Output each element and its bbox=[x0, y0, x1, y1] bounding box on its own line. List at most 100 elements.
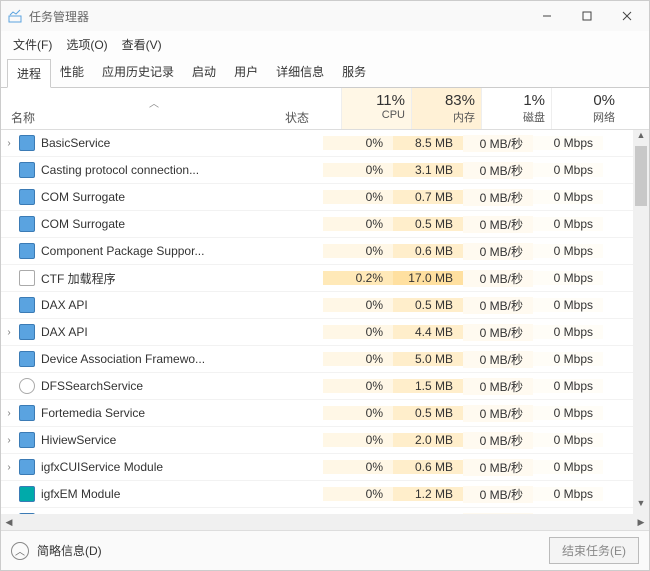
table-row[interactable]: Component Package Suppor...0%0.6 MB0 MB/… bbox=[1, 238, 649, 265]
process-name-cell: Component Package Suppor... bbox=[17, 243, 263, 259]
sort-indicator-icon: ︿ bbox=[35, 91, 273, 110]
process-disk: 0 MB/秒 bbox=[463, 243, 533, 260]
scroll-thumb[interactable] bbox=[635, 146, 647, 206]
end-task-button[interactable]: 结束任务(E) bbox=[549, 537, 639, 564]
table-row[interactable]: Casting protocol connection...0%3.1 MB0 … bbox=[1, 157, 649, 184]
table-row[interactable]: ›Fortemedia Service0%0.5 MB0 MB/秒0 Mbps bbox=[1, 400, 649, 427]
process-memory: 0.5 MB bbox=[393, 217, 463, 231]
process-network: 0 Mbps bbox=[533, 379, 603, 393]
table-row[interactable]: ›DAX API0%4.4 MB0 MB/秒0 Mbps bbox=[1, 319, 649, 346]
expand-icon[interactable]: › bbox=[1, 138, 17, 149]
table-row[interactable]: CTF 加载程序0.2%17.0 MB0 MB/秒0 Mbps bbox=[1, 265, 649, 292]
process-name: COM Surrogate bbox=[41, 190, 125, 204]
expand-icon[interactable]: › bbox=[1, 462, 17, 473]
process-cpu: 0% bbox=[323, 190, 393, 204]
scroll-up-icon[interactable]: ▲ bbox=[633, 130, 649, 146]
process-disk: 0 MB/秒 bbox=[463, 351, 533, 368]
process-name-cell: Device Association Framewo... bbox=[17, 351, 263, 367]
expand-icon[interactable]: › bbox=[1, 327, 17, 338]
menubar: 文件(F) 选项(O) 查看(V) bbox=[1, 31, 649, 58]
process-memory: 0.6 MB bbox=[393, 460, 463, 474]
table-row[interactable]: igfxEM Module0%1.2 MB0 MB/秒0 Mbps bbox=[1, 481, 649, 508]
process-name: Device Association Framewo... bbox=[41, 352, 205, 366]
process-cpu: 0% bbox=[323, 163, 393, 177]
disk-usage-pct: 1% bbox=[488, 92, 545, 109]
process-memory: 17.0 MB bbox=[393, 271, 463, 285]
table-row[interactable]: COM Surrogate0%0.7 MB0 MB/秒0 Mbps bbox=[1, 184, 649, 211]
scroll-left-icon[interactable]: ◀ bbox=[1, 514, 17, 530]
app-icon bbox=[7, 8, 23, 24]
column-network[interactable]: 0% 网络 bbox=[551, 88, 621, 129]
tab-processes[interactable]: 进程 bbox=[7, 59, 51, 88]
table-row[interactable]: Device Association Framewo...0%5.0 MB0 M… bbox=[1, 346, 649, 373]
memory-label: 内存 bbox=[418, 109, 475, 125]
process-disk: 0 MB/秒 bbox=[463, 270, 533, 287]
process-disk: 0 MB/秒 bbox=[463, 513, 533, 515]
process-memory: 1.2 MB bbox=[393, 487, 463, 501]
table-row[interactable]: igfxext Module0%0.4 MB0 MB/秒0 Mbps bbox=[1, 508, 649, 514]
process-name: DAX API bbox=[41, 298, 88, 312]
table-row[interactable]: DAX API0%0.5 MB0 MB/秒0 Mbps bbox=[1, 292, 649, 319]
table-row[interactable]: ›BasicService0%8.5 MB0 MB/秒0 Mbps bbox=[1, 130, 649, 157]
menu-options[interactable]: 选项(O) bbox=[60, 33, 113, 56]
process-icon bbox=[19, 270, 35, 286]
column-disk[interactable]: 1% 磁盘 bbox=[481, 88, 551, 129]
menu-file[interactable]: 文件(F) bbox=[7, 33, 58, 56]
process-name-cell: igfxEM Module bbox=[17, 486, 263, 502]
process-name-cell: BasicService bbox=[17, 135, 263, 151]
tab-details[interactable]: 详细信息 bbox=[267, 58, 333, 87]
process-name: igfxCUIService Module bbox=[41, 460, 163, 474]
menu-view[interactable]: 查看(V) bbox=[116, 33, 168, 56]
table-row[interactable]: ›igfxCUIService Module0%0.6 MB0 MB/秒0 Mb… bbox=[1, 454, 649, 481]
process-memory: 0.5 MB bbox=[393, 298, 463, 312]
process-name-cell: COM Surrogate bbox=[17, 189, 263, 205]
process-disk: 0 MB/秒 bbox=[463, 405, 533, 422]
table-row[interactable]: ›HiviewService0%2.0 MB0 MB/秒0 Mbps bbox=[1, 427, 649, 454]
network-usage-pct: 0% bbox=[558, 92, 615, 109]
fewer-details-button[interactable]: 简略信息(D) bbox=[37, 542, 549, 559]
process-disk: 0 MB/秒 bbox=[463, 162, 533, 179]
tab-startup[interactable]: 启动 bbox=[183, 58, 225, 87]
tab-users[interactable]: 用户 bbox=[225, 58, 267, 87]
process-icon bbox=[19, 513, 35, 514]
scroll-down-icon[interactable]: ▼ bbox=[633, 498, 649, 514]
close-button[interactable] bbox=[607, 2, 647, 30]
minimize-button[interactable] bbox=[527, 2, 567, 30]
process-network: 0 Mbps bbox=[533, 190, 603, 204]
scroll-right-icon[interactable]: ▶ bbox=[633, 514, 649, 530]
process-cpu: 0% bbox=[323, 487, 393, 501]
process-network: 0 Mbps bbox=[533, 244, 603, 258]
column-cpu[interactable]: 11% CPU bbox=[341, 88, 411, 129]
horizontal-scrollbar[interactable]: ◀ ▶ bbox=[1, 514, 649, 530]
process-icon bbox=[19, 378, 35, 394]
tab-services[interactable]: 服务 bbox=[333, 58, 375, 87]
column-memory[interactable]: 83% 内存 bbox=[411, 88, 481, 129]
process-memory: 8.5 MB bbox=[393, 136, 463, 150]
process-network: 0 Mbps bbox=[533, 217, 603, 231]
process-name-cell: Fortemedia Service bbox=[17, 405, 263, 421]
process-network: 0 Mbps bbox=[533, 433, 603, 447]
column-name[interactable]: 名称 ︿ bbox=[1, 88, 281, 129]
process-network: 0 Mbps bbox=[533, 352, 603, 366]
tab-apphistory[interactable]: 应用历史记录 bbox=[93, 58, 183, 87]
process-icon bbox=[19, 486, 35, 502]
process-disk: 0 MB/秒 bbox=[463, 297, 533, 314]
expand-icon[interactable]: › bbox=[1, 435, 17, 446]
table-row[interactable]: COM Surrogate0%0.5 MB0 MB/秒0 Mbps bbox=[1, 211, 649, 238]
maximize-button[interactable] bbox=[567, 2, 607, 30]
process-icon bbox=[19, 135, 35, 151]
table-row[interactable]: DFSSearchService0%1.5 MB0 MB/秒0 Mbps bbox=[1, 373, 649, 400]
vertical-scrollbar[interactable]: ▲ ▼ bbox=[633, 130, 649, 514]
process-cpu: 0% bbox=[323, 136, 393, 150]
fewer-details-icon[interactable]: ︿ bbox=[11, 542, 29, 560]
process-memory: 3.1 MB bbox=[393, 163, 463, 177]
process-network: 0 Mbps bbox=[533, 325, 603, 339]
tab-performance[interactable]: 性能 bbox=[51, 58, 93, 87]
column-name-label: 名称 bbox=[11, 109, 35, 126]
network-label: 网络 bbox=[558, 109, 615, 125]
process-name-cell: HiviewService bbox=[17, 432, 263, 448]
expand-icon[interactable]: › bbox=[1, 408, 17, 419]
column-status[interactable]: 状态 bbox=[281, 88, 341, 129]
process-memory: 1.5 MB bbox=[393, 379, 463, 393]
process-disk: 0 MB/秒 bbox=[463, 432, 533, 449]
